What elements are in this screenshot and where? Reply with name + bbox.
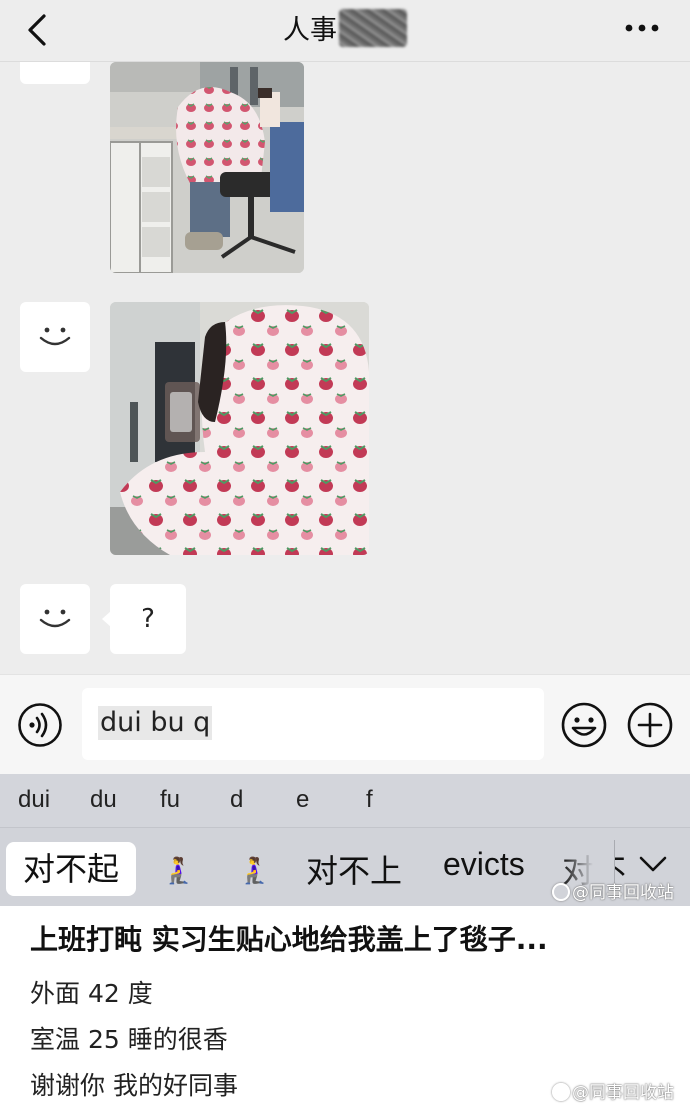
chat-messages[interactable]: ? [0, 62, 690, 674]
candidate-emoji[interactable]: 🧎‍♀️ [238, 856, 270, 886]
redacted-name-mosaic [339, 8, 407, 47]
emoji-icon[interactable] [560, 701, 608, 749]
pinyin-option[interactable]: d [230, 786, 243, 814]
blanket-photo-illustration [110, 302, 369, 555]
chat-title: 人事 [0, 8, 690, 47]
candidate[interactable]: evicts [443, 846, 525, 883]
avatar[interactable] [20, 302, 90, 372]
message-input[interactable]: dui bu q [82, 688, 544, 760]
avatar[interactable] [20, 62, 90, 84]
chat-image-blanket[interactable] [110, 302, 369, 555]
smiley-avatar-icon [39, 327, 71, 346]
pinyin-option[interactable]: fu [160, 786, 180, 814]
chat-header: 人事 [0, 0, 690, 62]
office-photo-illustration [110, 62, 304, 273]
pinyin-option[interactable]: dui [18, 786, 50, 814]
weibo-logo-icon [552, 1083, 570, 1101]
ime-candidate-bar: 对不起 🧎‍♀️ 🧎‍♀️ 对不上 evicts 对不 @同事回收站 [0, 828, 690, 906]
candidate-emoji[interactable]: 🧎‍♀️ [162, 856, 194, 886]
chat-image-office[interactable] [110, 62, 304, 273]
pinyin-option[interactable]: f [366, 786, 373, 814]
avatar[interactable] [20, 584, 90, 654]
candidate-selected[interactable]: 对不起 [6, 842, 136, 896]
weibo-logo-icon [552, 883, 570, 901]
post-caption: 上班打盹 实习生贴心地给我盖上了毯子... 外面 42 度 室温 25 睡的很香… [0, 906, 690, 1108]
plus-icon[interactable] [626, 701, 674, 749]
watermark-text: @同事回收站 [572, 883, 674, 903]
more-options-icon[interactable] [624, 22, 660, 34]
pinyin-option[interactable]: e [296, 786, 309, 814]
watermark: @同事回收站 [552, 1078, 674, 1103]
message-input-text: dui bu q [98, 706, 213, 740]
candidate[interactable]: 对不上 [306, 846, 402, 892]
caption-line: 室温 25 睡的很香 [30, 1025, 228, 1054]
caption-title: 上班打盹 实习生贴心地给我盖上了毯子... [30, 923, 548, 956]
chevron-down-icon[interactable] [638, 854, 668, 874]
watermark-text: @同事回收站 [572, 1083, 674, 1103]
caption-line: 谢谢你 我的好同事 [30, 1071, 238, 1100]
smiley-avatar-icon [39, 609, 71, 628]
watermark: @同事回收站 [552, 878, 674, 903]
chat-title-text: 人事 [283, 15, 337, 46]
ime-pinyin-bar: dui du fu d e f [0, 774, 690, 828]
caption-line: 外面 42 度 [30, 979, 153, 1008]
pinyin-option[interactable]: du [90, 786, 117, 814]
message-bubble[interactable]: ? [102, 584, 186, 654]
chat-input-bar: dui bu q [0, 674, 690, 774]
voice-input-icon[interactable] [17, 702, 63, 748]
